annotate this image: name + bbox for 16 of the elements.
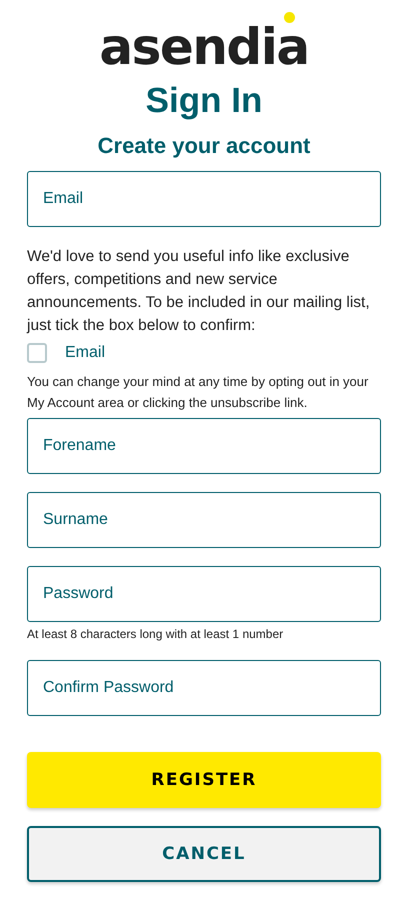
asendia-logo: asendia [99,23,309,71]
email-checkbox[interactable] [27,343,47,363]
input-field[interactable]: Forename [27,418,381,474]
register-button[interactable]: REGISTER [27,752,381,808]
consent-text: We'd love to send you useful info like exclusive offers, competitions and new service announcements. To be included in our mailing list, just tick the box below to confirm: [27,247,371,336]
consent-note: You can change your mind at any time by opting out in your My Account area or clicking the unsubscribe link. [27,373,370,412]
input-field[interactable]: Password [27,566,381,622]
cancel-button[interactable]: CANCEL [27,826,381,882]
email-field[interactable]: Email [27,171,381,227]
page-title: Sign In [144,81,264,121]
section-heading: Create your account [96,132,312,160]
logo-dot-icon [284,12,295,23]
field-hint: At least 8 characters long with at least 1 number [27,626,284,642]
input-field[interactable]: Confirm Password [27,660,381,716]
checkbox-label[interactable]: Email [65,344,106,362]
input-field[interactable]: Surname [27,492,381,548]
